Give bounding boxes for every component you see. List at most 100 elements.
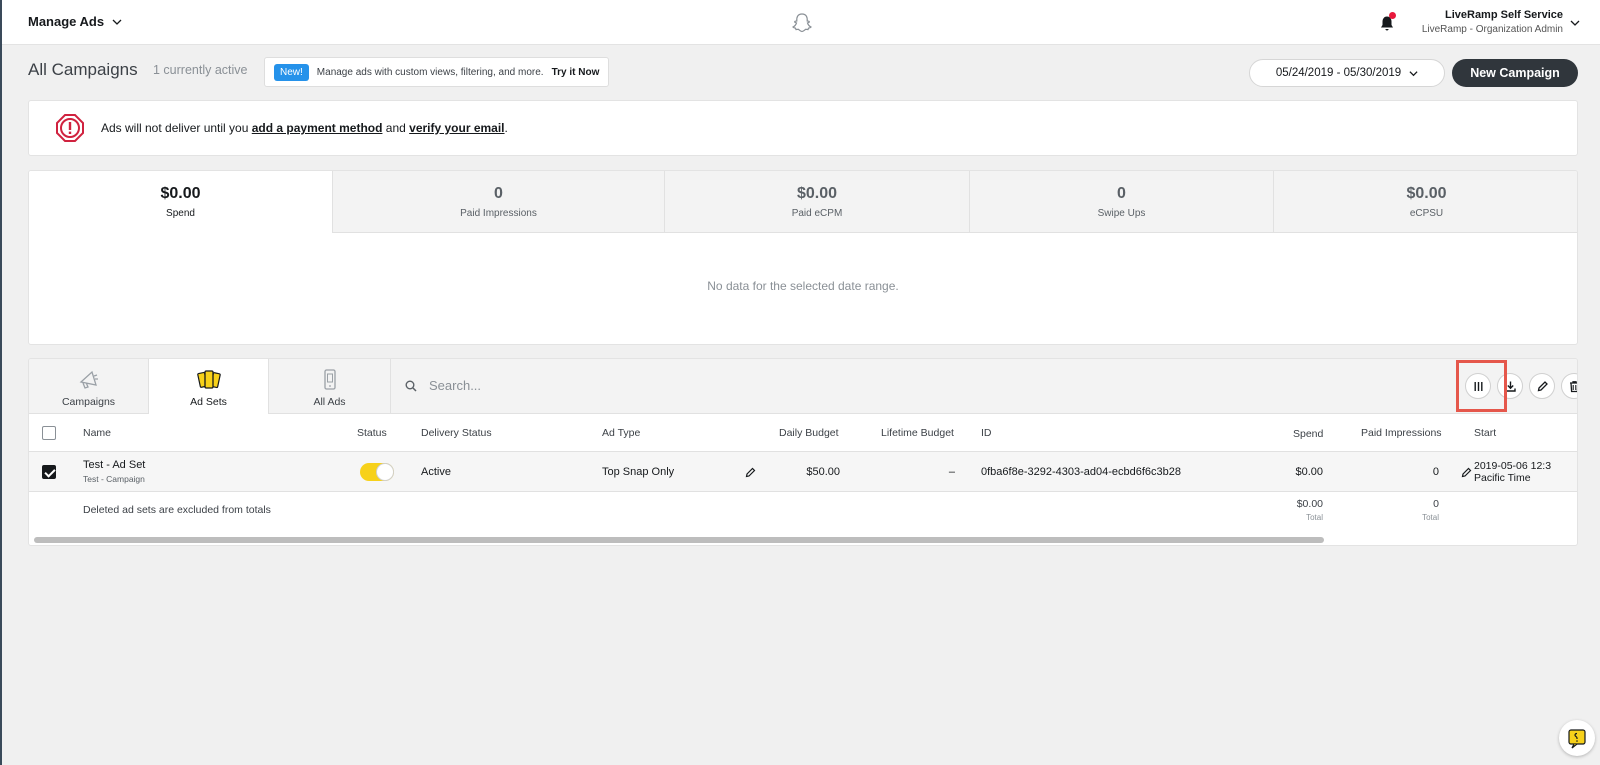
column-header-paid-impressions[interactable]: Paid Impressions [1361, 427, 1442, 439]
tab-all-ads[interactable]: All Ads [269, 359, 391, 414]
notifications-bell[interactable] [1378, 12, 1396, 32]
stat-paid-ecpm[interactable]: $0.00 Paid eCPM [664, 171, 969, 233]
download-button[interactable] [1497, 373, 1523, 399]
stat-paid-impressions[interactable]: 0 Paid Impressions [332, 171, 664, 233]
stat-spend[interactable]: $0.00 Spend [29, 171, 332, 233]
page-title: All Campaigns [28, 60, 138, 79]
campaign-name: Test - Campaign [83, 474, 145, 484]
ad-set-name-link[interactable]: Test - Ad Set [83, 459, 145, 471]
columns-button[interactable] [1465, 373, 1491, 399]
table-header: Name Status Delivery Status Ad Type Dail… [29, 414, 1577, 452]
stat-label: Spend [166, 208, 195, 219]
pencil-icon [1537, 380, 1548, 391]
ad-sets-icon [196, 370, 221, 389]
column-header-start[interactable]: Start [1474, 427, 1496, 439]
stat-label: Paid eCPM [791, 208, 843, 219]
new-campaign-button[interactable]: New Campaign [1452, 59, 1578, 87]
table-row[interactable]: Test - Ad Set Test - Campaign Active Top… [29, 452, 1577, 492]
total-label: Total [1306, 513, 1323, 522]
column-header-daily-budget[interactable]: Daily Budget [779, 427, 839, 439]
search-input[interactable] [429, 378, 829, 393]
ad-type: Top Snap Only [602, 466, 675, 478]
table-totals-row: Deleted ad sets are excluded from totals… [29, 492, 1577, 534]
impressions-total: 0 [1433, 498, 1439, 510]
try-it-now-link[interactable]: Try it Now [552, 67, 600, 78]
column-header-status[interactable]: Status [357, 427, 387, 439]
column-header-name[interactable]: Name [83, 427, 111, 439]
columns-icon [1474, 381, 1482, 391]
account-org: LiveRamp Self Service [1444, 9, 1563, 21]
help-button[interactable] [1559, 720, 1595, 756]
add-payment-method-link[interactable]: add a payment method [252, 121, 383, 135]
stat-label: Paid Impressions [460, 208, 537, 219]
spend-value: $0.00 [1295, 466, 1323, 478]
column-header-delivery-status[interactable]: Delivery Status [421, 427, 492, 439]
total-label: Total [1422, 513, 1439, 522]
stat-ecpsu[interactable]: $0.00 eCPSU [1273, 171, 1577, 233]
account-menu[interactable]: LiveRamp Self Service LiveRamp - Organiz… [1422, 9, 1563, 35]
lifetime-budget: – [948, 466, 955, 478]
tab-ad-sets[interactable]: Ad Sets [149, 359, 269, 414]
totals-note: Deleted ad sets are excluded from totals [83, 504, 271, 516]
stat-label: Swipe Ups [1097, 208, 1146, 219]
edit-start-pencil-icon[interactable] [1461, 467, 1472, 478]
stat-value: $0.00 [1406, 185, 1447, 202]
spend-total: $0.00 [1296, 498, 1323, 510]
help-chat-icon [1568, 729, 1586, 749]
manage-ads-label: Manage Ads [28, 14, 105, 29]
phone-icon [323, 369, 336, 390]
account-role: LiveRamp - Organization Admin [1421, 24, 1563, 35]
select-all-checkbox[interactable] [42, 426, 56, 440]
chevron-down-icon [112, 19, 122, 25]
warning-icon [56, 114, 84, 142]
stat-value: 0 [494, 185, 503, 202]
verify-email-link[interactable]: verify your email [409, 121, 504, 135]
chevron-down-icon[interactable] [1570, 18, 1580, 28]
edit-button[interactable] [1529, 373, 1555, 399]
horizontal-scrollbar[interactable] [34, 537, 1324, 543]
start-date: 2019-05-06 12:3 [1474, 460, 1552, 472]
search-box [405, 378, 829, 393]
new-badge: New! [274, 63, 309, 81]
date-range-label: 05/24/2019 - 05/30/2019 [1275, 67, 1402, 79]
payment-alert: Ads will not deliver until you add a pay… [28, 100, 1578, 156]
entity-tabs: Campaigns Ad Sets All Ads [29, 359, 391, 414]
tab-label: Ad Sets [190, 396, 227, 408]
daily-budget: $50.00 [806, 466, 840, 478]
paid-impressions-value: 0 [1432, 466, 1439, 478]
search-icon [405, 380, 417, 392]
stat-value: $0.00 [160, 185, 201, 202]
promo-banner: New! Manage ads with custom views, filte… [264, 57, 610, 87]
alert-message: Ads will not deliver until you add a pay… [101, 121, 508, 135]
spend-total-cell: $0.00 Total [1297, 498, 1323, 522]
delete-button[interactable] [1561, 373, 1577, 399]
active-count: 1 currently active [153, 63, 248, 77]
stat-value: 0 [1117, 185, 1126, 202]
impressions-total-cell: 0 Total [1422, 498, 1439, 522]
start-date-cell: 2019-05-06 12:3 Pacific Time [1474, 460, 1551, 484]
status-toggle[interactable] [360, 463, 394, 481]
edit-ad-type-pencil-icon[interactable] [745, 467, 756, 478]
tab-label: Campaigns [61, 396, 116, 408]
tab-campaigns[interactable]: Campaigns [29, 359, 149, 414]
date-range-picker[interactable]: 05/24/2019 - 05/30/2019 [1249, 59, 1445, 87]
column-header-ad-type[interactable]: Ad Type [602, 427, 640, 439]
download-icon [1504, 381, 1516, 392]
alert-suffix: . [504, 121, 508, 135]
column-header-spend[interactable]: Spend [1293, 428, 1323, 440]
window-edge [0, 0, 2, 765]
top-bar: Manage Ads LiveRamp Self Service LiveRam… [0, 0, 1600, 765]
column-header-lifetime-budget[interactable]: Lifetime Budget [881, 427, 954, 439]
megaphone-icon [79, 370, 98, 389]
manage-ads-menu[interactable]: Manage Ads [28, 14, 122, 29]
trash-icon [1569, 380, 1577, 392]
promo-text: Manage ads with custom views, filtering,… [316, 66, 544, 78]
row-checkbox[interactable] [42, 465, 56, 479]
stat-value: $0.00 [796, 185, 838, 202]
chevron-down-icon [1409, 70, 1418, 76]
snapchat-ghost-icon[interactable] [791, 12, 813, 34]
stat-swipe-ups[interactable]: 0 Swipe Ups [969, 171, 1273, 233]
tab-label: All Ads [313, 396, 346, 408]
column-header-id[interactable]: ID [981, 427, 992, 439]
row-name-cell: Test - Ad Set Test - Campaign [83, 459, 145, 484]
